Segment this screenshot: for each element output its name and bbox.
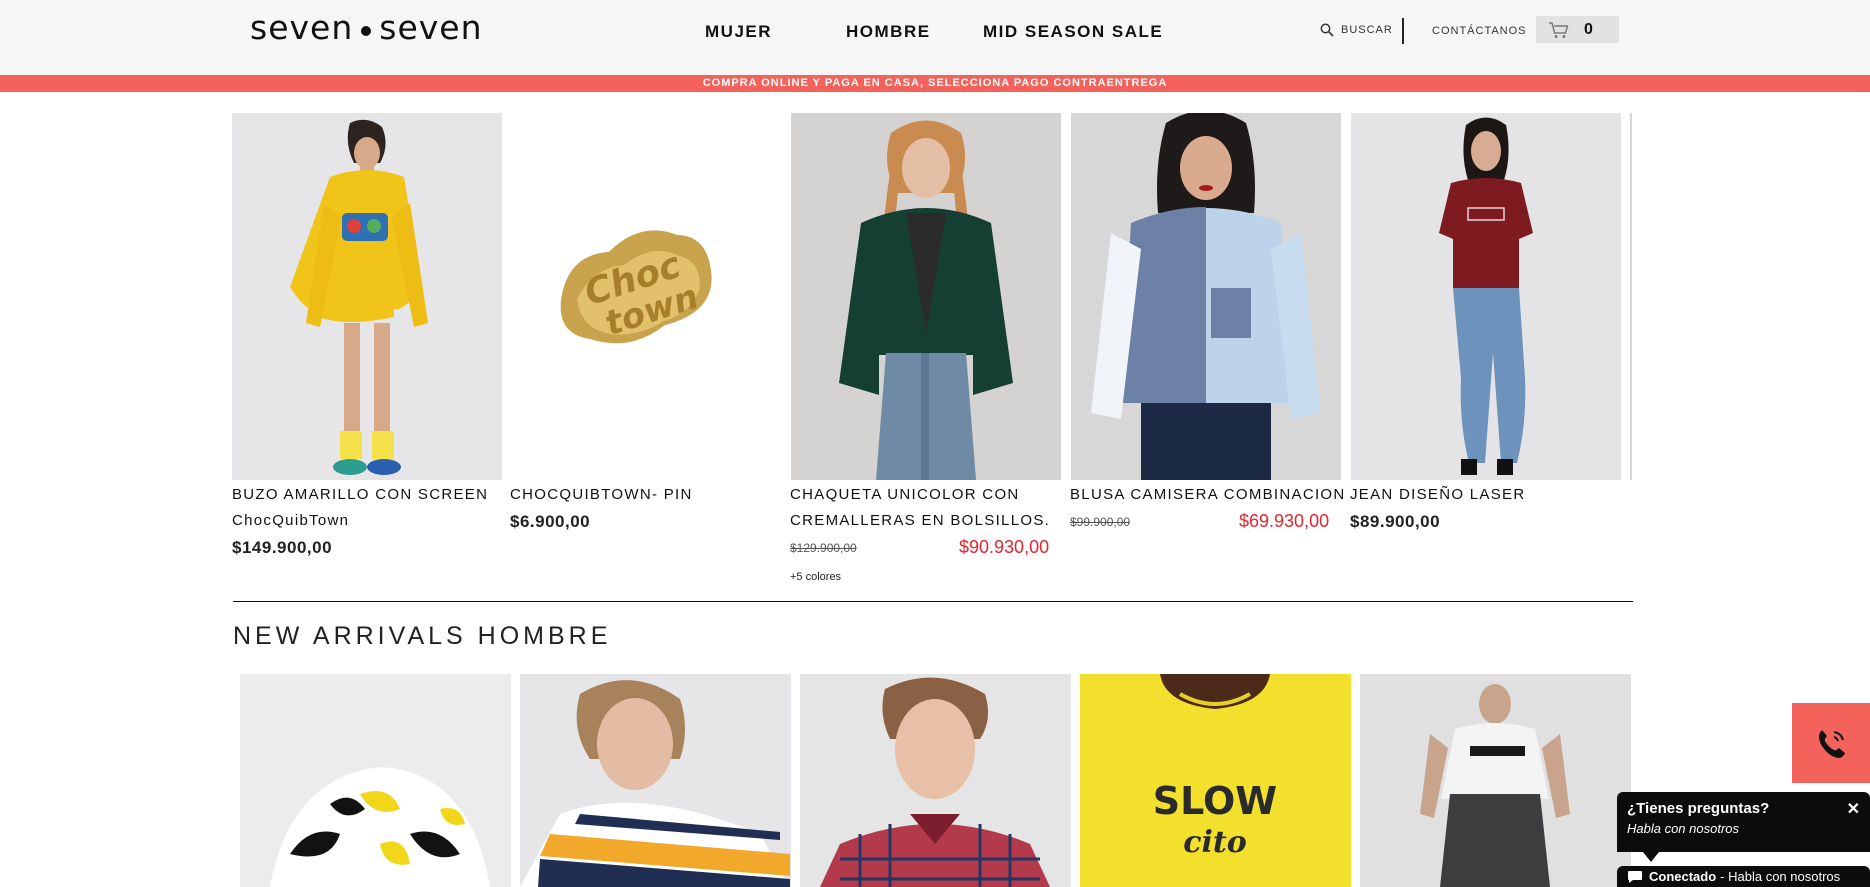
product-image[interactable]: Choc town xyxy=(510,113,780,480)
product-image-edge xyxy=(1630,113,1632,480)
product-title-line2[interactable]: CREMALLERAS EN BOLSILLOS. xyxy=(790,512,1050,529)
new-arrival-card[interactable]: SLOW cito xyxy=(1080,674,1351,887)
shirt-text: SLOW xyxy=(1153,779,1277,823)
product-sale-price: $90.930,00 xyxy=(959,537,1050,557)
nav-item-hombre[interactable]: HOMBRE xyxy=(846,22,931,42)
chat-status: Conectado xyxy=(1649,869,1717,884)
product-title[interactable]: CHOCQUIBTOWN- PIN xyxy=(510,486,693,503)
cart-button[interactable]: 0 xyxy=(1536,16,1619,43)
product-sale-price: $69.930,00 xyxy=(1239,511,1330,531)
contact-link[interactable]: CONTÁCTANOS xyxy=(1432,25,1527,37)
close-icon[interactable]: ✕ xyxy=(1847,799,1860,819)
promo-banner[interactable]: COMPRA ONLINE Y PAGA EN CASA, SELECCIONA… xyxy=(0,75,1870,92)
site-header: seven seven MUJER HOMBRE MID SEASON SALE… xyxy=(0,0,1870,75)
product-image[interactable] xyxy=(1351,113,1621,480)
product-price: $149.900,00 xyxy=(232,538,333,557)
chat-bubble-icon xyxy=(1628,870,1642,883)
product-title[interactable]: JEAN DISEÑO LASER xyxy=(1350,486,1525,503)
chat-status-sub: - Habla con nosotros xyxy=(1720,869,1841,884)
call-button[interactable] xyxy=(1792,703,1870,783)
section-title: NEW ARRIVALS HOMBRE xyxy=(233,622,612,650)
logo[interactable]: seven seven xyxy=(250,8,483,47)
chat-popup-tail xyxy=(1643,852,1659,862)
logo-text-right: seven xyxy=(379,8,483,47)
shirt-text-2: cito xyxy=(1183,825,1247,860)
new-arrival-card[interactable] xyxy=(240,674,511,887)
product-colors-count[interactable]: +5 colores xyxy=(790,571,841,583)
product-carousel: BUZO AMARILLO CON SCREEN ChocQuibTown $1… xyxy=(0,113,1870,593)
search-label: BUSCAR xyxy=(1341,24,1393,36)
new-arrivals-row: SLOW cito xyxy=(0,674,1870,887)
product-image[interactable] xyxy=(791,113,1061,480)
product-image[interactable] xyxy=(1071,113,1341,480)
product-old-price: $129.900,00 xyxy=(790,541,857,555)
nav-item-mid-season-sale[interactable]: MID SEASON SALE xyxy=(983,22,1163,42)
chat-question: ¿Tienes preguntas? xyxy=(1627,800,1770,817)
product-price: $6.900,00 xyxy=(510,512,591,531)
chat-popup[interactable]: ¿Tienes preguntas? Habla con nosotros ✕ xyxy=(1617,792,1870,852)
product-title[interactable]: CHAQUETA UNICOLOR CON xyxy=(790,486,1020,503)
phone-icon xyxy=(1819,730,1845,758)
cart-icon xyxy=(1549,21,1569,38)
new-arrival-card[interactable] xyxy=(520,674,791,887)
product-old-price: $99.900,00 xyxy=(1070,515,1131,529)
product-title-line2[interactable]: ChocQuibTown xyxy=(232,512,349,529)
product-title[interactable]: BUZO AMARILLO CON SCREEN xyxy=(232,486,488,503)
cart-count: 0 xyxy=(1584,20,1593,38)
search-button[interactable]: BUSCAR xyxy=(1320,23,1393,37)
nav-item-mujer[interactable]: MUJER xyxy=(705,22,772,42)
new-arrival-card[interactable] xyxy=(1360,674,1631,887)
logo-text-left: seven xyxy=(250,8,354,47)
product-price: $89.900,00 xyxy=(1350,512,1441,531)
header-divider xyxy=(1402,18,1404,44)
section-divider xyxy=(233,601,1633,602)
logo-dot-icon xyxy=(361,25,372,36)
chat-status-bar[interactable]: Conectado - Habla con nosotros xyxy=(1617,866,1870,887)
search-icon xyxy=(1320,23,1334,37)
product-title[interactable]: BLUSA CAMISERA COMBINACION xyxy=(1070,486,1346,503)
product-image[interactable] xyxy=(232,113,502,480)
chat-subtitle: Habla con nosotros xyxy=(1627,821,1740,836)
new-arrival-card[interactable] xyxy=(800,674,1071,887)
